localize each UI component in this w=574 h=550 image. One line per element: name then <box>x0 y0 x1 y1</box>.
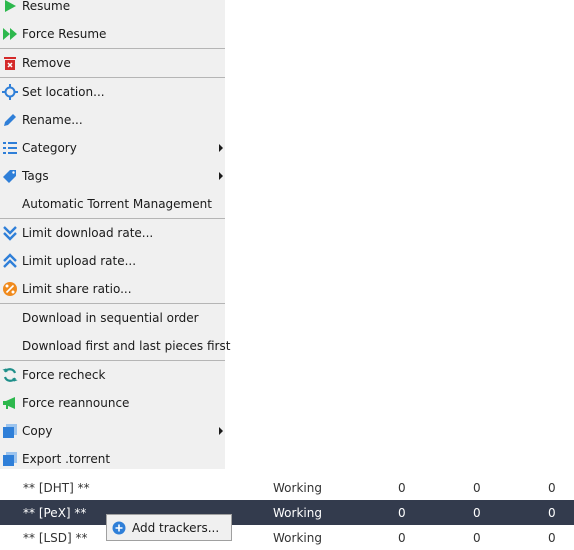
menu-item-force-recheck[interactable]: Force recheck <box>0 361 225 389</box>
menu-item-label: Limit share ratio... <box>22 282 132 296</box>
menu-item-label: Force recheck <box>22 368 106 382</box>
submenu-arrow-icon <box>219 427 223 435</box>
megaphone-icon <box>3 397 15 409</box>
add-trackers-label: Add trackers... <box>132 521 220 535</box>
menu-item-limit-share-ratio[interactable]: Limit share ratio... <box>0 275 225 303</box>
play-icon <box>5 0 16 12</box>
tracker-leeches: 0 <box>548 481 556 495</box>
menu-item-set-location[interactable]: Set location... <box>0 78 225 106</box>
tracker-peers: 0 <box>398 481 406 495</box>
table-row-selected[interactable]: ** [PeX] ** Working 0 0 0 <box>0 500 574 525</box>
menu-item-sequential-order[interactable]: Download in sequential order <box>0 304 225 332</box>
pencil-icon <box>4 114 16 126</box>
menu-item-force-resume[interactable]: Force Resume <box>0 20 225 48</box>
tracker-seeds: 0 <box>473 481 481 495</box>
menu-item-label: Automatic Torrent Management <box>22 197 212 211</box>
menu-item-label: Export .torrent <box>22 452 111 466</box>
menu-item-label: Rename... <box>22 113 83 127</box>
menu-item-label: Copy <box>22 424 53 438</box>
add-trackers-menu-item[interactable]: Add trackers... <box>106 514 232 541</box>
menu-item-copy[interactable]: Copy <box>0 417 225 445</box>
menu-item-label: Download first and last pieces first <box>22 339 231 353</box>
menu-item-remove[interactable]: Remove <box>0 49 225 77</box>
tracker-seeds: 0 <box>473 531 481 545</box>
menu-item-automatic-torrent-management[interactable]: Automatic Torrent Management <box>0 190 225 218</box>
menu-item-label: Limit upload rate... <box>22 254 137 268</box>
crosshair-icon <box>2 84 18 100</box>
menu-item-label: Tags <box>22 169 49 183</box>
double-chevron-down-icon <box>3 226 17 241</box>
tracker-status: Working <box>273 481 322 495</box>
tracker-status: Working <box>273 506 322 520</box>
menu-item-label: Category <box>22 141 77 155</box>
menu-item-label: Force reannounce <box>22 396 130 410</box>
table-row[interactable]: ** [LSD] ** Working 0 0 0 <box>0 525 574 550</box>
menu-item-rename[interactable]: Rename... <box>0 106 225 134</box>
menu-item-label: Limit download rate... <box>22 226 154 240</box>
context-menu: Resume Force Resume Remove Set location.… <box>0 0 230 469</box>
tracker-seeds: 0 <box>473 506 481 520</box>
menu-item-label: Force Resume <box>22 27 107 41</box>
refresh-icon <box>2 368 18 382</box>
fast-forward-icon <box>3 28 17 40</box>
submenu-arrow-icon <box>219 144 223 152</box>
tracker-peers: 0 <box>398 531 406 545</box>
list-icon <box>3 142 17 154</box>
ratio-icon <box>3 282 17 296</box>
menu-item-label: Download in sequential order <box>22 311 199 325</box>
menu-item-force-reannounce[interactable]: Force reannounce <box>0 389 225 417</box>
tracker-url: ** [DHT] ** <box>23 481 90 495</box>
submenu-arrow-icon <box>219 172 223 180</box>
tag-icon <box>3 170 16 183</box>
table-row[interactable]: ** [DHT] ** Working 0 0 0 <box>0 475 574 500</box>
add-circle-icon <box>112 521 126 535</box>
menu-item-export-torrent[interactable]: Export .torrent <box>0 445 225 473</box>
menu-item-category[interactable]: Category <box>0 134 225 162</box>
copy-icon <box>3 424 17 438</box>
tracker-status: Working <box>273 531 322 545</box>
menu-item-first-last-pieces[interactable]: Download first and last pieces first <box>0 332 230 360</box>
menu-item-limit-download-rate[interactable]: Limit download rate... <box>0 219 225 247</box>
tracker-url: ** [LSD] ** <box>23 531 88 545</box>
menu-item-label: Remove <box>22 56 71 70</box>
tracker-url: ** [PeX] ** <box>23 506 87 520</box>
trash-icon <box>4 57 16 70</box>
tracker-leeches: 0 <box>548 506 556 520</box>
tracker-peers: 0 <box>398 506 406 520</box>
menu-item-label: Resume <box>22 0 71 13</box>
menu-item-tags[interactable]: Tags <box>0 162 225 190</box>
export-icon <box>3 452 17 466</box>
tracker-leeches: 0 <box>548 531 556 545</box>
menu-item-resume[interactable]: Resume <box>0 0 225 20</box>
menu-item-limit-upload-rate[interactable]: Limit upload rate... <box>0 247 225 275</box>
double-chevron-up-icon <box>3 253 17 268</box>
menu-item-label: Set location... <box>22 85 105 99</box>
